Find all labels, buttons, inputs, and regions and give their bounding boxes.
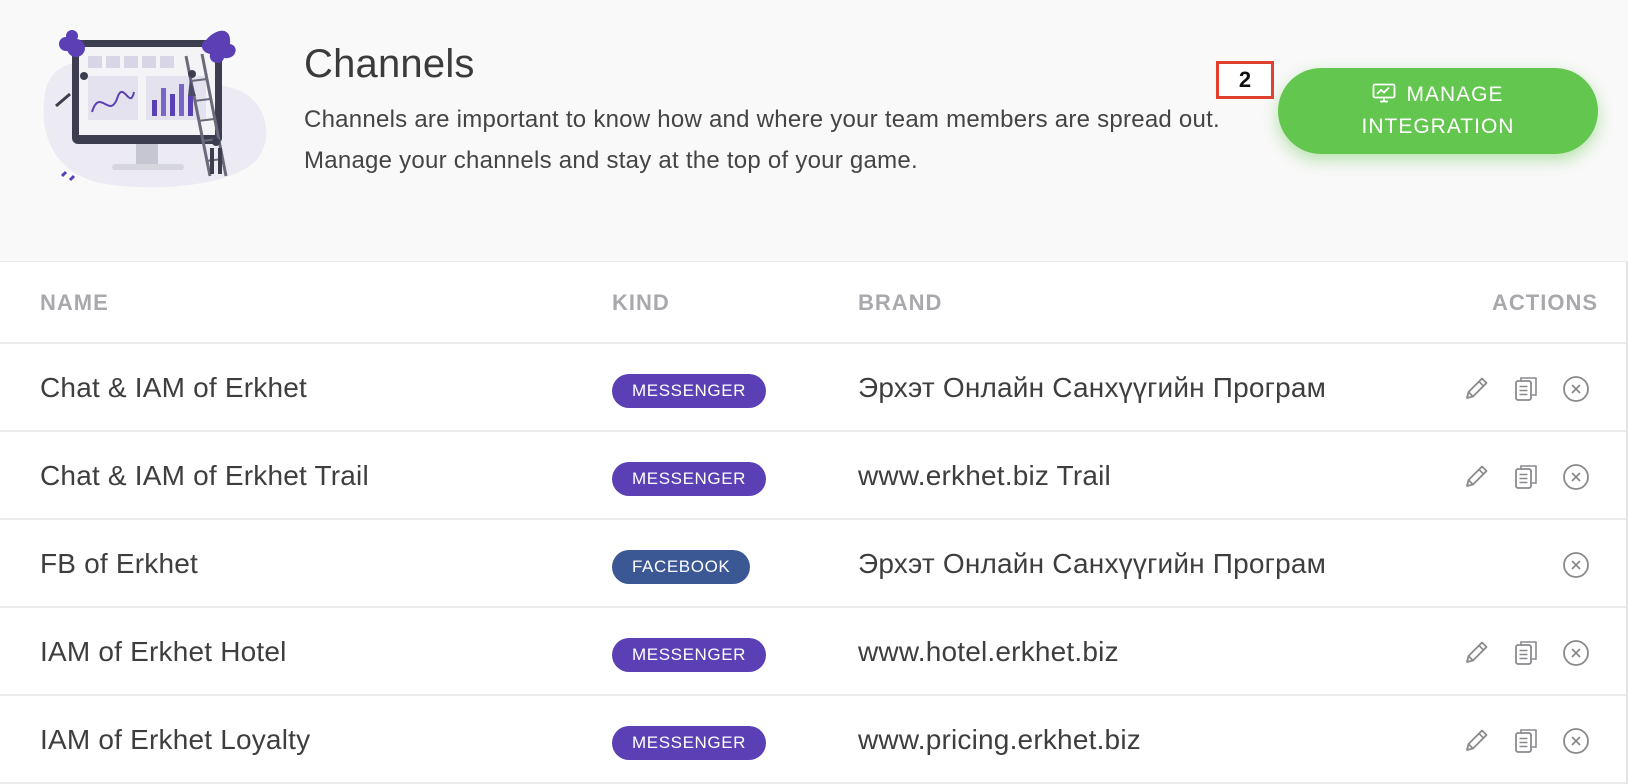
close-circle-icon: [1563, 464, 1589, 490]
remove-button[interactable]: [1560, 637, 1592, 669]
remove-button[interactable]: [1560, 461, 1592, 493]
edit-button[interactable]: [1460, 725, 1492, 757]
table-row: IAM of Erkhet Loyalty MESSENGER www.pricin…: [0, 696, 1628, 784]
kind-badge: MESSENGER: [612, 462, 767, 496]
channel-kind-cell: MESSENGER: [612, 726, 767, 760]
kind-badge: MESSENGER: [612, 726, 767, 760]
column-header-actions: ACTIONS: [1492, 290, 1598, 315]
channels-page: Channels Channels are important to know …: [0, 0, 1628, 784]
channel-name: FB of Erkhet: [40, 548, 199, 579]
row-actions: [1460, 725, 1600, 759]
channel-name: Chat & IAM of Erkhet: [40, 372, 307, 403]
row-actions: [1460, 373, 1600, 407]
copy-icon: [1515, 729, 1537, 753]
manage-integration-button[interactable]: MANAGE INTEGRATION: [1278, 68, 1598, 154]
pencil-icon: [1466, 377, 1488, 399]
remove-button[interactable]: [1560, 549, 1592, 581]
channel-kind-cell: MESSENGER: [612, 374, 767, 408]
edit-button[interactable]: [1460, 461, 1492, 493]
page-header-banner: Channels Channels are important to know …: [0, 0, 1628, 262]
channel-brand: www.hotel.erkhet.biz: [858, 636, 1119, 667]
channel-brand: Эрхэт Онлайн Санхүүгийн Програм: [858, 372, 1327, 403]
channel-name: Chat & IAM of Erkhet Trail: [40, 460, 369, 491]
row-actions: [1460, 549, 1600, 583]
copy-button[interactable]: [1510, 637, 1542, 669]
edit-button[interactable]: [1460, 637, 1492, 669]
channel-brand: www.pricing.erkhet.biz: [858, 724, 1141, 755]
remove-button[interactable]: [1560, 725, 1592, 757]
remove-button[interactable]: [1560, 373, 1592, 405]
kind-badge: MESSENGER: [612, 374, 767, 408]
close-circle-icon: [1563, 552, 1589, 578]
column-header-brand[interactable]: BRAND: [858, 290, 942, 316]
channel-name: IAM of Erkhet Loyalty: [40, 724, 311, 755]
channel-name: IAM of Erkhet Hotel: [40, 636, 287, 667]
copy-icon: [1515, 465, 1537, 489]
close-circle-icon: [1563, 640, 1589, 666]
close-circle-icon: [1563, 376, 1589, 402]
edit-button[interactable]: [1460, 373, 1492, 405]
copy-button[interactable]: [1510, 373, 1542, 405]
copy-icon: [1515, 377, 1537, 401]
page-description: Channels are important to know how and w…: [304, 106, 1220, 174]
table-row: IAM of Erkhet Hotel MESSENGER www.hotel.er…: [0, 608, 1628, 696]
copy-button[interactable]: [1510, 725, 1542, 757]
channel-kind-cell: MESSENGER: [612, 638, 767, 672]
pencil-icon: [1466, 465, 1488, 487]
close-circle-icon: [1563, 728, 1589, 754]
channel-kind-cell: MESSENGER: [612, 462, 767, 496]
table-row: Chat & IAM of Erkhet Trail MESSENGER www.e…: [0, 432, 1628, 520]
column-header-kind[interactable]: KIND: [612, 290, 670, 316]
channel-brand: Эрхэт Онлайн Санхүүгийн Програм: [858, 548, 1327, 579]
column-header-name[interactable]: NAME: [40, 290, 109, 316]
annotation-marker: 2: [1216, 61, 1274, 99]
channels-table: NAME KIND BRAND ACTIONS Chat & IAM of Er…: [0, 262, 1628, 784]
dashboard-illustration: [43, 30, 267, 188]
table-body: Chat & IAM of Erkhet MESSENGER Эрхэт Онлай…: [0, 344, 1628, 784]
monitor-chart-icon: [1373, 83, 1396, 103]
pencil-icon: [1466, 729, 1488, 751]
table-header: NAME KIND BRAND ACTIONS: [0, 262, 1628, 344]
manage-integration-button-content: MANAGE INTEGRATION: [1328, 79, 1548, 143]
channel-brand: www.erkhet.biz Trail: [858, 460, 1111, 491]
copy-button[interactable]: [1510, 461, 1542, 493]
row-actions: [1460, 461, 1600, 495]
channel-kind-cell: FACEBOOK: [612, 550, 751, 584]
kind-badge: FACEBOOK: [612, 550, 751, 584]
row-actions: [1460, 637, 1600, 671]
page-title: Channels: [304, 42, 475, 86]
copy-icon: [1515, 641, 1537, 665]
table-row: FB of Erkhet FACEBOOK Эрхэт Онлайн Санхүүг…: [0, 520, 1628, 608]
pencil-icon: [1466, 641, 1488, 663]
table-row: Chat & IAM of Erkhet MESSENGER Эрхэт Онлай…: [0, 344, 1628, 432]
kind-badge: MESSENGER: [612, 638, 767, 672]
